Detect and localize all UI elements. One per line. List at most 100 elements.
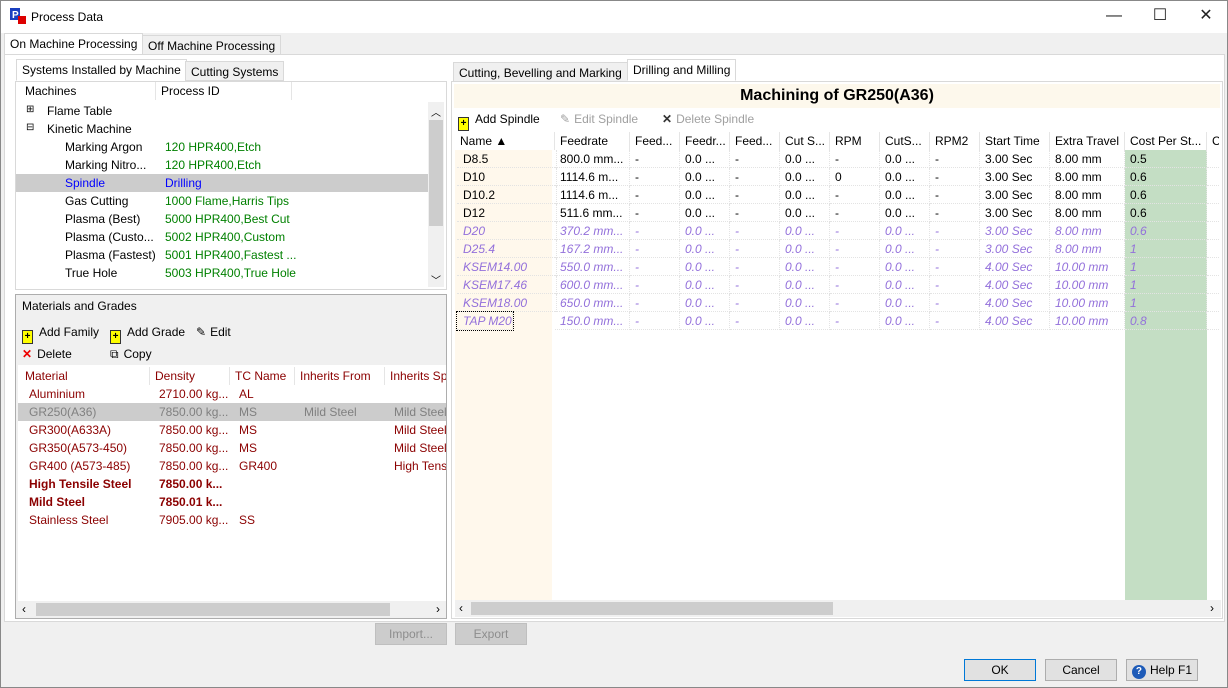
tree-item[interactable]: Marking Nitro... 120 HPR400,Etch bbox=[16, 156, 428, 174]
tab-cutting-systems[interactable]: Cutting Systems bbox=[185, 61, 285, 81]
header-machines[interactable]: Machines bbox=[20, 82, 156, 100]
spindle-row[interactable]: KSEM18.00 650.0 mm... -0.0 ... -0.0 ... -0.0… bbox=[455, 294, 1219, 312]
spindle-cell: 0.0 ... bbox=[780, 258, 830, 276]
spindle-cell: - bbox=[630, 276, 680, 294]
spindle-row[interactable]: D20 370.2 mm... -0.0 ... -0.0 ... -0.0 ... -3… bbox=[455, 222, 1219, 240]
import-button[interactable]: Import... bbox=[375, 623, 447, 645]
tree-item[interactable]: ⊞ Flame Table bbox=[16, 102, 428, 120]
spindle-cell: 167.2 mm... bbox=[555, 240, 630, 258]
tree-item[interactable]: Gas Cutting 1000 Flame,Harris Tips bbox=[16, 192, 428, 210]
scroll-right-icon[interactable]: › bbox=[436, 602, 440, 616]
material-row[interactable]: GR300(A633A) 7850.00 kg... MS Mild Steel bbox=[18, 421, 446, 439]
material-row[interactable]: Aluminium 2710.00 kg... AL bbox=[18, 385, 446, 403]
scroll-thumb[interactable] bbox=[36, 603, 390, 616]
delete-button[interactable]: ✕ Delete bbox=[22, 347, 72, 361]
material-row[interactable]: High Tensile Steel 7850.00 k... bbox=[18, 475, 446, 493]
tree-item[interactable]: Marking Argon 120 HPR400,Etch bbox=[16, 138, 428, 156]
material-cell: 7850.00 k... bbox=[159, 477, 223, 491]
grid-column-header[interactable]: RPM bbox=[830, 132, 880, 150]
scroll-thumb[interactable] bbox=[429, 120, 443, 226]
add-family-button[interactable]: + Add Family bbox=[22, 325, 99, 344]
spindle-row[interactable]: KSEM14.00 550.0 mm... -0.0 ... -0.0 ... -0.0… bbox=[455, 258, 1219, 276]
spindle-row[interactable]: KSEM17.46 600.0 mm... -0.0 ... -0.0 ... -0.0… bbox=[455, 276, 1219, 294]
tree-item[interactable]: Plasma (Custo... 5002 HPR400,Custom bbox=[16, 228, 428, 246]
tab-off-machine-processing[interactable]: Off Machine Processing bbox=[142, 35, 282, 55]
material-row[interactable]: GR250(A36) 7850.00 kg... MS Mild Steel Mild … bbox=[18, 403, 446, 421]
maximize-button[interactable]: ☐ bbox=[1137, 1, 1183, 31]
spindle-row[interactable]: D12 511.6 mm... -0.0 ... -0.0 ... -0.0 ... -3… bbox=[455, 204, 1219, 222]
grid-column-header[interactable]: Start Time bbox=[980, 132, 1050, 150]
expand-icon[interactable]: ⊞ bbox=[26, 102, 38, 120]
grid-column-header[interactable]: Feed... bbox=[730, 132, 780, 150]
edit-button[interactable]: ✎ Edit bbox=[196, 325, 231, 339]
grid-column-header[interactable]: Feedrate bbox=[555, 132, 630, 150]
scroll-right-icon[interactable]: › bbox=[1210, 601, 1214, 615]
spindle-row[interactable]: D10.2 1114.6 m... -0.0 ... -0.0 ... -0.0 ...… bbox=[455, 186, 1219, 204]
copy-button[interactable]: ⧉ Copy bbox=[110, 347, 152, 362]
grid-column-header[interactable]: Cut S... bbox=[780, 132, 830, 150]
delete-spindle-button[interactable]: ✕ Delete Spindle bbox=[662, 112, 754, 126]
minimize-button[interactable]: — bbox=[1091, 1, 1137, 31]
grid-hscrollbar[interactable]: ‹ › bbox=[455, 600, 1221, 617]
tab-cutting-bevelling-marking[interactable]: Cutting, Bevelling and Marking bbox=[453, 62, 628, 82]
edit-spindle-button[interactable]: ✎ Edit Spindle bbox=[560, 112, 638, 126]
spindle-cell: 8.00 mm bbox=[1050, 186, 1125, 204]
header-process-id[interactable]: Process ID bbox=[156, 82, 292, 100]
tab-on-machine-processing[interactable]: On Machine Processing bbox=[4, 33, 144, 55]
scroll-left-icon[interactable]: ‹ bbox=[459, 601, 463, 615]
material-cell: SS bbox=[239, 513, 256, 527]
grid-column-header[interactable]: Cost Per St... bbox=[1125, 132, 1207, 150]
tree-item[interactable]: Spindle Drilling bbox=[16, 174, 428, 192]
close-button[interactable]: ✕ bbox=[1183, 1, 1228, 31]
export-button[interactable]: Export bbox=[455, 623, 527, 645]
grid-column-header[interactable]: CutS... bbox=[880, 132, 930, 150]
tree-item[interactable]: True Hole 5003 HPR400,True Hole bbox=[16, 264, 428, 282]
material-row[interactable]: Mild Steel 7850.01 k... bbox=[18, 493, 446, 511]
material-row[interactable]: GR400 (A573-485) 7850.00 kg... GR400 High T… bbox=[18, 457, 446, 475]
material-column-header[interactable]: Density bbox=[150, 367, 230, 385]
collapse-icon[interactable]: ⊟ bbox=[26, 120, 38, 138]
spindle-cell bbox=[1207, 294, 1219, 312]
pencil-icon: ✎ bbox=[196, 325, 207, 339]
help-button[interactable]: ? Help F1 bbox=[1126, 659, 1198, 681]
tree-item[interactable]: Plasma (Best) 5000 HPR400,Best Cut bbox=[16, 210, 428, 228]
window-title: Process Data bbox=[31, 10, 104, 24]
grid-column-header[interactable]: Feed... bbox=[630, 132, 680, 150]
material-column-header[interactable]: Inherits Spi bbox=[385, 367, 446, 385]
spindle-row[interactable]: TAP M20 150.0 mm... -0.0 ... -0.0 ... -0.0 .… bbox=[455, 311, 1219, 331]
grid-column-header[interactable]: Feedr... bbox=[680, 132, 730, 150]
material-column-header[interactable]: Material bbox=[20, 367, 150, 385]
tree-item-process-id: 5003 HPR400,True Hole bbox=[165, 266, 296, 280]
scroll-left-icon[interactable]: ‹ bbox=[22, 602, 26, 616]
material-column-header[interactable]: Inherits From bbox=[295, 367, 385, 385]
scroll-up-icon[interactable]: ︿ bbox=[431, 104, 441, 119]
add-spindle-button[interactable]: + Add Spindle bbox=[458, 112, 540, 131]
spindle-cell: 0.0 ... bbox=[880, 276, 930, 294]
add-grade-button[interactable]: + Add Grade bbox=[110, 325, 185, 344]
spindle-cell: - bbox=[630, 186, 680, 204]
spindle-cell: 0.0 ... bbox=[680, 168, 730, 186]
grid-column-header[interactable]: Extra Travel bbox=[1050, 132, 1125, 150]
material-column-header[interactable]: TC Name bbox=[230, 367, 295, 385]
tree-scrollbar[interactable]: ︿ ﹀ bbox=[428, 102, 444, 287]
tab-systems-installed[interactable]: Systems Installed by Machine bbox=[16, 59, 187, 81]
tree-item[interactable]: ⊟ Kinetic Machine bbox=[16, 120, 428, 138]
spindle-cell: KSEM18.00 bbox=[457, 294, 557, 312]
materials-hscrollbar[interactable]: ‹ › bbox=[18, 601, 446, 618]
tree-item[interactable]: Plasma (Fastest) 5001 HPR400,Fastest ... bbox=[16, 246, 428, 264]
material-row[interactable]: GR350(A573-450) 7850.00 kg... MS Mild Steel bbox=[18, 439, 446, 457]
spindle-row[interactable]: D25.4 167.2 mm... -0.0 ... -0.0 ... -0.0 ...… bbox=[455, 240, 1219, 258]
spindle-cell: 0.0 ... bbox=[680, 150, 730, 168]
spindle-cell bbox=[1207, 168, 1219, 186]
grid-column-header[interactable]: RPM2 bbox=[930, 132, 980, 150]
scroll-thumb[interactable] bbox=[471, 602, 833, 615]
spindle-row[interactable]: D8.5 800.0 mm... -0.0 ... -0.0 ... -0.0 ... -… bbox=[455, 150, 1219, 168]
tab-drilling-milling[interactable]: Drilling and Milling bbox=[627, 59, 737, 81]
scroll-down-icon[interactable]: ﹀ bbox=[431, 272, 441, 287]
ok-button[interactable]: OK bbox=[964, 659, 1036, 681]
spindle-row[interactable]: D10 1114.6 m... -0.0 ... -0.0 ... 0 0.0 ... -3… bbox=[455, 168, 1219, 186]
material-row[interactable]: Stainless Steel 7905.00 kg... SS bbox=[18, 511, 446, 529]
cancel-button[interactable]: Cancel bbox=[1045, 659, 1117, 681]
grid-column-header[interactable]: C bbox=[1207, 132, 1219, 150]
grid-column-header[interactable]: Name ▲ bbox=[455, 132, 555, 150]
